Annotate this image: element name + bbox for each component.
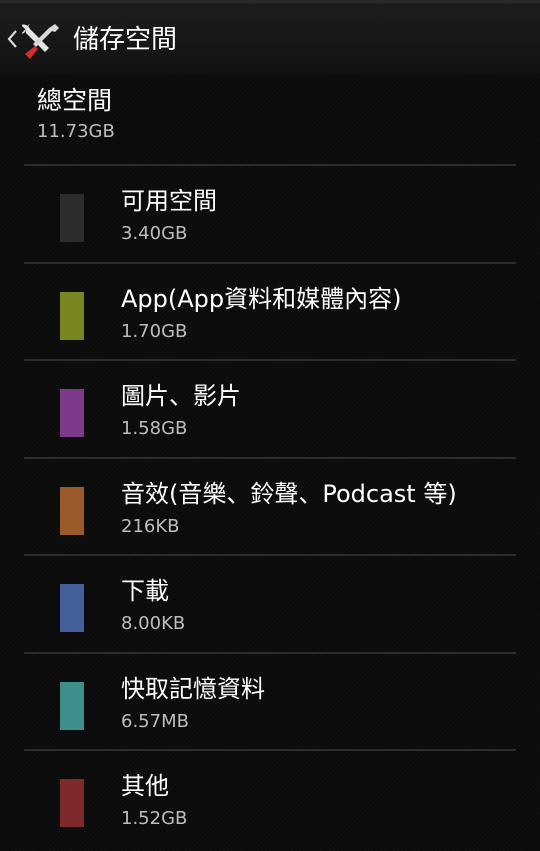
storage-item-label: 可用空間 [121,187,217,215]
storage-item-label: App(App資料和媒體內容) [121,285,402,313]
storage-item-label: 快取記憶資料 [121,675,265,703]
storage-item-value: 1.52GB [121,808,188,829]
storage-item-cached-data[interactable]: 快取記憶資料 6.57MB [0,654,540,751]
color-swatch [60,779,84,827]
storage-item-audio[interactable]: 音效(音樂、鈴聲、Podcast 等) 216KB [0,459,540,556]
color-swatch [60,487,84,535]
chevron-left-icon [7,30,17,48]
storage-item-value: 1.70GB [121,321,188,342]
storage-item-available[interactable]: 可用空間 3.40GB [0,166,540,263]
total-storage-label: 總空間 [37,86,113,115]
storage-item-value: 3.40GB [121,223,188,244]
storage-item-value: 6.57MB [121,711,189,732]
storage-item-pictures-videos[interactable]: 圖片、影片 1.58GB [0,361,540,458]
storage-item-downloads[interactable]: 下載 8.00KB [0,556,540,653]
color-swatch [60,194,84,242]
storage-item-label: 其他 [121,772,169,800]
storage-item-misc[interactable]: 其他 1.52GB [0,751,540,848]
storage-item-label: 圖片、影片 [121,382,241,410]
page-title: 儲存空間 [73,25,178,55]
settings-tools-icon[interactable] [22,21,62,61]
color-swatch [60,682,84,730]
storage-item-value: 8.00KB [121,613,186,634]
color-swatch [60,292,84,340]
total-storage-value: 11.73GB [37,121,115,142]
action-bar: 儲存空間 [0,0,540,74]
color-swatch [60,389,84,437]
back-button[interactable] [4,25,20,53]
storage-item-label: 音效(音樂、鈴聲、Podcast 等) [121,480,457,508]
color-swatch [60,584,84,632]
storage-item-label: 下載 [121,577,169,605]
storage-item-value: 216KB [121,516,180,537]
storage-item-value: 1.58GB [121,418,188,439]
storage-item-apps[interactable]: App(App資料和媒體內容) 1.70GB [0,264,540,361]
total-storage: 總空間 11.73GB [37,84,115,144]
